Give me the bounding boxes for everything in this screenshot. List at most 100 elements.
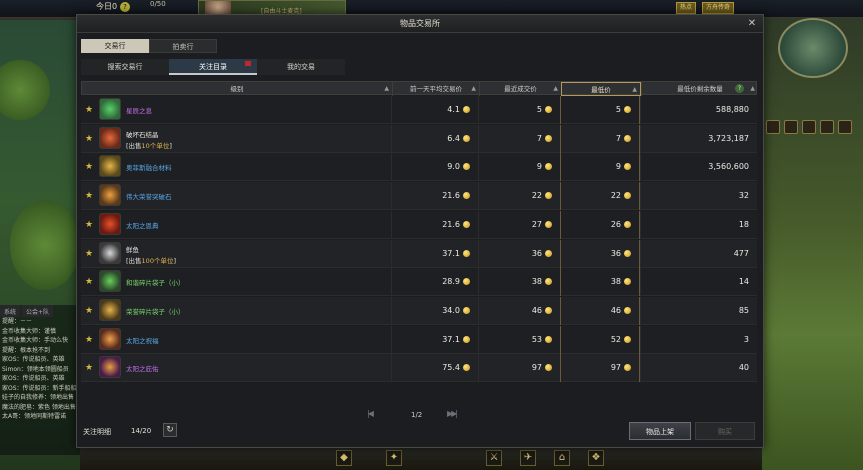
- favorite-star-icon[interactable]: ★: [85, 220, 93, 230]
- favorite-star-icon[interactable]: ★: [85, 105, 93, 115]
- col-lowest-qty[interactable]: 最低价剩余数量 ? ▲: [641, 82, 758, 96]
- buy-button[interactable]: 购买: [695, 422, 755, 440]
- item-icon: [99, 212, 121, 235]
- list-item-button[interactable]: 物品上架: [629, 422, 691, 440]
- shortcut-icon[interactable]: ✈: [520, 450, 536, 466]
- favorite-star-icon[interactable]: ★: [85, 191, 93, 201]
- col-category[interactable]: 级别 ▲: [82, 82, 392, 96]
- favorite-star-icon[interactable]: ★: [85, 134, 93, 144]
- help-icon[interactable]: ?: [120, 2, 130, 12]
- favorite-star-icon[interactable]: ★: [85, 306, 93, 316]
- tab-auction[interactable]: 拍卖行: [149, 39, 217, 53]
- chat-panel: 系统 公会+队 提醒：－－ 金币收集大师：谨慎 金币收集大师：手动么快 提醒：根…: [0, 305, 80, 455]
- map-shortcut-icon[interactable]: [838, 120, 852, 134]
- col-lowest-qty-label: 最低价剩余数量: [677, 85, 723, 93]
- avg-price-cell: 21.6: [391, 182, 478, 211]
- recent-price-cell: 97: [478, 354, 560, 383]
- close-icon[interactable]: ✕: [745, 17, 759, 31]
- chat-line: 家OS：传说船员、英雄: [2, 375, 65, 382]
- gold-coin-icon: [545, 278, 552, 286]
- gold-coin-icon: [463, 134, 470, 142]
- table-header: 级别 ▲ 前一天平均交易价 ▲ 最近成交价 ▲ 最低价 ▲ 最低价剩余数量 ? …: [81, 81, 758, 96]
- favorite-star-icon[interactable]: ★: [85, 249, 93, 259]
- refresh-icon[interactable]: ↻: [163, 423, 177, 437]
- favorite-star-icon[interactable]: ★: [85, 277, 93, 287]
- table-row[interactable]: ★ 鲜鱼 [出售100个单位] 37.1 36 36 477: [81, 239, 757, 268]
- subtab-search[interactable]: 搜索交易行: [81, 59, 169, 75]
- gold-coin-icon: [463, 192, 470, 200]
- recent-price-cell: 5: [478, 96, 560, 124]
- gold-coin-icon: [545, 364, 552, 372]
- window-title: 物品交易所: [77, 15, 763, 33]
- shortcut-icon[interactable]: ⌂: [554, 450, 570, 466]
- shortcut-icon[interactable]: ✦: [386, 450, 402, 466]
- gold-coin-icon: [545, 163, 552, 171]
- hot-button[interactable]: 热点: [676, 2, 697, 14]
- gold-coin-icon: [624, 134, 631, 142]
- item-sale-unit: [出售10个单位]: [126, 141, 172, 150]
- favorite-star-icon[interactable]: ★: [85, 335, 93, 345]
- avg-price-cell: 21.6: [391, 210, 478, 239]
- watchlist-detail-label: 关注明细: [83, 428, 111, 436]
- avg-price-cell: 4.1: [391, 96, 478, 124]
- item-name: 太阳之祝福: [126, 336, 159, 345]
- item-name: 太阳之恩典: [126, 221, 159, 230]
- lowest-price-cell: 52: [560, 325, 640, 354]
- table-row[interactable]: ★ 太阳之庇佑 75.4 97 97 40: [81, 354, 757, 383]
- item-name: 伟大荣誉突破石: [126, 193, 172, 202]
- map-shortcut-icon[interactable]: [766, 120, 780, 134]
- map-shortcut-icon[interactable]: [784, 120, 798, 134]
- favorite-star-icon[interactable]: ★: [85, 363, 93, 373]
- table-row[interactable]: ★ 奥菲斯融合材料 9.0 9 9 3,560,600: [81, 153, 757, 182]
- chat-tab-system[interactable]: 系统: [0, 305, 21, 317]
- table-row[interactable]: ★ 伟大荣誉突破石 21.6 22 22 32: [81, 182, 757, 211]
- gold-coin-icon: [463, 249, 470, 257]
- col-avg-price[interactable]: 前一天平均交易价 ▲: [392, 82, 479, 96]
- table-row[interactable]: ★ 和谐碎片袋子（小） 28.9 38 38 14: [81, 268, 757, 297]
- gold-coin-icon: [545, 306, 552, 314]
- ark-legend-button[interactable]: 方舟传奇: [702, 2, 735, 14]
- shortcut-icon[interactable]: ⚔: [486, 450, 502, 466]
- chat-tab-guild[interactable]: 公会+队: [22, 305, 54, 317]
- page-first-button[interactable]: |◀: [367, 409, 374, 418]
- chat-line: 娃子的自我修养：领地出售: [2, 394, 75, 401]
- col-recent-price[interactable]: 最近成交价 ▲: [479, 82, 561, 96]
- table-row[interactable]: ★ 荣誉碎片袋子（小） 34.0 46 46 85: [81, 296, 757, 325]
- table-row[interactable]: ★ 星辰之息 4.1 5 5 588,880: [81, 96, 757, 124]
- avg-price-cell: 9.0: [391, 153, 478, 182]
- recent-price-cell: 53: [478, 325, 560, 354]
- map-shortcut-icon[interactable]: [802, 120, 816, 134]
- gold-coin-icon: [545, 220, 552, 228]
- col-category-label: 级别: [230, 85, 244, 93]
- sort-icon: ▲: [471, 85, 476, 92]
- minimap[interactable]: [778, 18, 848, 78]
- help-icon[interactable]: ?: [735, 84, 744, 93]
- subtab-watchlist[interactable]: 关注目录: [169, 59, 257, 75]
- map-shortcut-icon[interactable]: [820, 120, 834, 134]
- tab-exchange[interactable]: 交易行: [81, 39, 149, 53]
- item-icon: [99, 184, 121, 207]
- gold-coin-icon: [624, 364, 631, 372]
- lowest-qty-cell: 477: [640, 239, 757, 268]
- table-row[interactable]: ★ 太阳之恩典 21.6 27 26 18: [81, 210, 757, 239]
- favorite-star-icon[interactable]: ★: [85, 162, 93, 172]
- gold-coin-icon: [545, 249, 552, 257]
- subtab-my-trades[interactable]: 我的交易: [257, 59, 345, 75]
- recent-price-cell: 9: [478, 153, 560, 182]
- gold-coin-icon: [624, 278, 631, 286]
- gold-coin-icon: [463, 106, 470, 113]
- table-row[interactable]: ★ 破坏石结晶 [出售10个单位] 6.4 7 7 3,723,187: [81, 124, 757, 153]
- chat-line: 金币收集大师：谨慎: [2, 327, 57, 335]
- gold-coin-icon: [624, 306, 631, 314]
- table-row[interactable]: ★ 太阳之祝福 37.1 53 52 3: [81, 325, 757, 354]
- shortcut-icon[interactable]: ◆: [336, 450, 352, 466]
- col-avg-price-label: 前一天平均交易价: [410, 85, 462, 93]
- progress-count: 0/50: [150, 0, 166, 8]
- sort-icon: ▲: [384, 85, 389, 92]
- col-lowest-price[interactable]: 最低价 ▲: [561, 82, 641, 96]
- shortcut-icon[interactable]: ❖: [588, 450, 604, 466]
- page-next-button[interactable]: ▶▶|: [447, 409, 458, 418]
- gold-coin-icon: [463, 278, 470, 286]
- gold-coin-icon: [624, 249, 631, 257]
- avg-price-cell: 37.1: [391, 325, 478, 354]
